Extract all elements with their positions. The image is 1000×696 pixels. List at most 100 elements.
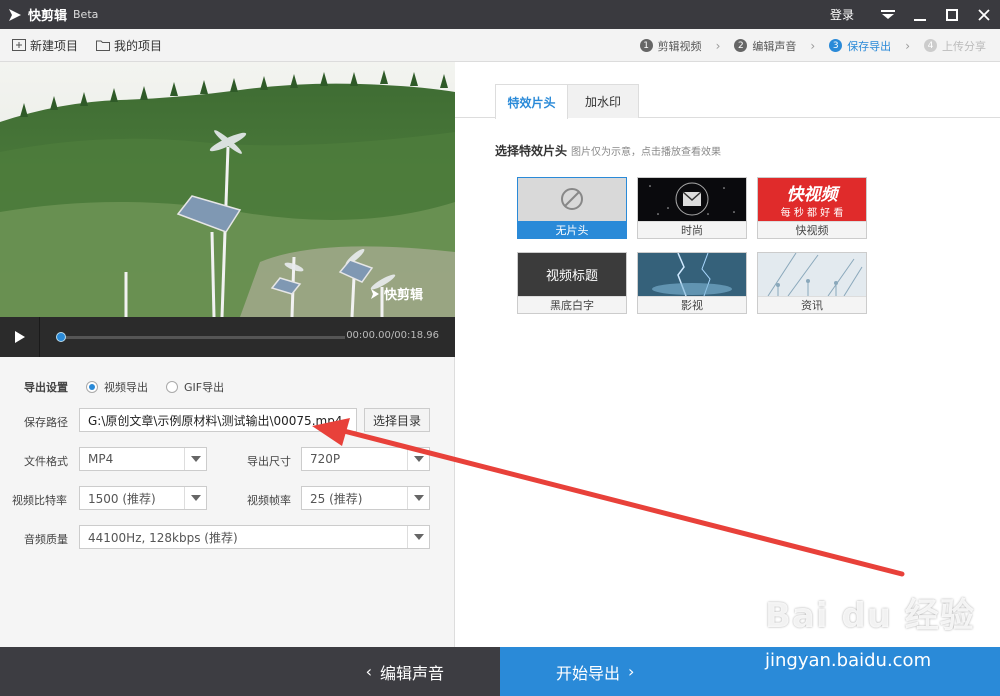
intro-card-none[interactable]: 无片头 — [517, 177, 627, 239]
export-settings-panel: 导出设置 视频导出 GIF导出 保存路径 G:\原创文章\示例原材料\测试输出\… — [0, 357, 455, 647]
app-logo-icon — [9, 8, 21, 21]
audio-quality-value: 44100Hz, 128kbps (推荐) — [88, 530, 238, 545]
file-format-label: 文件格式 — [24, 455, 68, 468]
menu-dropdown-button[interactable] — [872, 0, 904, 29]
video-framerate-label: 视频帧率 — [247, 494, 291, 507]
back-to-audio-button[interactable]: ‹ 编辑声音 — [0, 647, 500, 696]
chevron-down-icon — [407, 448, 429, 470]
black-white-thumb-title: 视频标题 — [545, 269, 598, 284]
audio-quality-label: 音频质量 — [24, 533, 68, 546]
file-format-value: MP4 — [88, 452, 114, 466]
video-frame-image: 快剪辑 — [0, 62, 455, 317]
intro-card-label: 快视频 — [758, 221, 866, 238]
step-number: 4 — [924, 39, 937, 52]
chevron-down-icon — [407, 526, 429, 548]
export-size-label: 导出尺寸 — [247, 455, 291, 468]
beta-badge: Beta — [73, 8, 99, 21]
intro-thumb-none — [518, 178, 626, 221]
export-settings-heading: 导出设置 — [24, 381, 68, 394]
export-size-select[interactable]: 720P — [301, 447, 430, 471]
video-export-label[interactable]: 视频导出 — [104, 379, 148, 395]
menu-chevron-icon — [881, 9, 895, 19]
intro-thumb-quick-video: 快视频 每 秒 都 好 看 — [758, 178, 866, 221]
news-thumb-graphic — [767, 253, 863, 296]
login-link[interactable]: 登录 — [830, 6, 854, 23]
video-export-radio[interactable] — [86, 381, 98, 393]
intro-card-label: 无片头 — [518, 221, 626, 238]
chevron-right-icon: › — [628, 662, 635, 681]
video-preview[interactable]: 快剪辑 — [0, 62, 455, 317]
chevron-down-icon — [184, 487, 206, 509]
new-project-icon — [12, 39, 26, 51]
choose-directory-button[interactable]: 选择目录 — [364, 408, 430, 432]
title-bar: 快剪辑 Beta 登录 — [0, 0, 1000, 29]
chevron-right-icon: › — [810, 38, 816, 53]
step-number: 3 — [829, 39, 843, 52]
intro-card-news[interactable]: 资讯 — [757, 252, 867, 314]
file-format-select[interactable]: MP4 — [79, 447, 207, 471]
quick-video-thumb-subtitle: 每 秒 都 好 看 — [780, 208, 844, 219]
intro-thumb-fashion — [638, 178, 746, 221]
video-framerate-select[interactable]: 25 (推荐) — [301, 486, 430, 510]
video-bitrate-label: 视频比特率 — [12, 494, 67, 507]
chevron-right-icon: › — [715, 38, 721, 53]
tab-watermark[interactable]: 加水印 — [567, 84, 639, 118]
intro-card-label: 时尚 — [638, 221, 746, 238]
window-controls: 登录 — [830, 0, 1000, 29]
close-icon — [978, 8, 990, 21]
maximize-button[interactable] — [936, 0, 968, 29]
save-path-input[interactable]: G:\原创文章\示例原材料\测试输出\00075.mp4 — [79, 408, 357, 432]
step-number: 1 — [639, 39, 653, 52]
step-upload-share: 4 上传分享 — [924, 38, 986, 54]
audio-quality-select[interactable]: 44100Hz, 128kbps (推荐) — [79, 525, 430, 549]
step-label: 剪辑视频 — [657, 39, 702, 53]
intro-section-hint: 图片仅为示意，点击播放查看效果 — [571, 147, 721, 158]
play-button[interactable] — [0, 317, 40, 357]
step-save-export[interactable]: 3 保存导出 — [829, 38, 891, 54]
gif-export-label[interactable]: GIF导出 — [184, 379, 224, 395]
intro-section-title: 选择特效片头 — [495, 144, 568, 158]
fashion-thumb-graphic — [649, 182, 735, 216]
step-edit-audio[interactable]: 2 编辑声音 — [734, 38, 796, 54]
tab-intro-effects[interactable]: 特效片头 — [495, 84, 568, 119]
export-mode-row: 导出设置 视频导出 GIF导出 — [24, 379, 242, 395]
video-bitrate-value: 1500 (推荐) — [88, 491, 156, 506]
my-projects-button[interactable]: 我的项目 — [96, 37, 162, 54]
baidu-watermark-logo: Bai du 经验 — [765, 596, 975, 636]
intro-card-label: 资讯 — [758, 296, 866, 313]
step-label: 编辑声音 — [752, 39, 797, 53]
minimize-icon — [914, 18, 926, 21]
app-logo: 快剪辑 Beta — [0, 5, 98, 24]
close-button[interactable] — [968, 0, 1000, 29]
chevron-down-icon — [407, 487, 429, 509]
intro-card-quick-video[interactable]: 快视频 每 秒 都 好 看 快视频 — [757, 177, 867, 239]
new-project-button[interactable]: 新建项目 — [12, 37, 78, 54]
progress-track[interactable] — [60, 336, 345, 339]
toolbar: 新建项目 我的项目 1 剪辑视频 › 2 编辑声音 › 3 保存导出 › 4 上传分享 — [0, 29, 1000, 62]
chevron-left-icon: ‹ — [365, 662, 372, 681]
time-readout: 00:00.00/00:18.96 — [346, 330, 439, 341]
intro-card-fashion[interactable]: 时尚 — [637, 177, 747, 239]
app-title: 快剪辑 — [28, 9, 68, 24]
baidu-watermark: Bai du 经验 jingyan.baidu.com — [765, 588, 975, 671]
film-thumb-graphic — [638, 253, 746, 296]
video-bitrate-select[interactable]: 1500 (推荐) — [79, 486, 207, 510]
progress-handle[interactable] — [56, 332, 66, 342]
intro-card-label: 影视 — [638, 296, 746, 313]
gif-export-radio[interactable] — [166, 381, 178, 393]
video-framerate-value: 25 (推荐) — [310, 491, 363, 506]
new-project-label: 新建项目 — [30, 38, 79, 53]
video-watermark: 快剪辑 — [384, 287, 423, 303]
maximize-icon — [946, 8, 958, 21]
my-projects-label: 我的项目 — [114, 38, 163, 53]
step-label: 保存导出 — [847, 39, 892, 53]
step-edit-video[interactable]: 1 剪辑视频 — [639, 38, 702, 54]
playback-controls: 00:00.00/00:18.96 — [0, 317, 455, 357]
intro-thumb-news — [758, 253, 866, 296]
minimize-button[interactable] — [904, 0, 936, 29]
intro-card-film[interactable]: 影视 — [637, 252, 747, 314]
intro-thumb-black-white: 视频标题 — [518, 253, 626, 296]
intro-card-black-white[interactable]: 视频标题 黑底白字 — [517, 252, 627, 314]
save-path-label: 保存路径 — [24, 416, 68, 429]
step-label: 上传分享 — [942, 39, 986, 53]
